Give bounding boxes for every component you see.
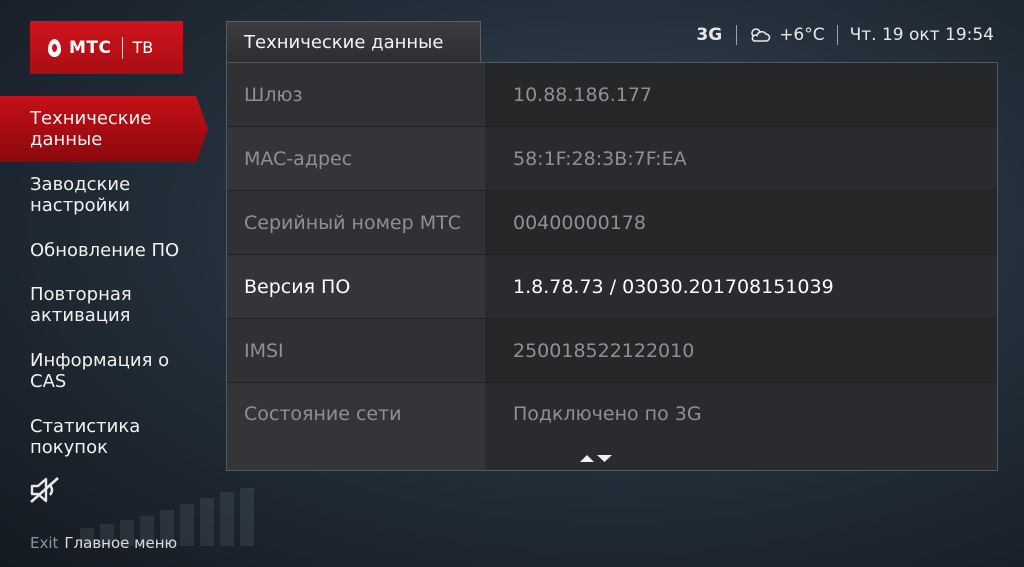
menu-item-label: Обновление ПО xyxy=(30,239,180,261)
row-key: IMSI xyxy=(227,319,485,383)
logo-brand: МТС xyxy=(69,37,112,58)
menu-item-label: Заводские настройки xyxy=(30,174,131,216)
table-row[interactable]: IMSI 250018522122010 xyxy=(227,319,997,383)
row-value: Подключено по 3G xyxy=(485,383,997,470)
row-key: MAC-адрес xyxy=(227,127,485,191)
status-bar: 3G +6°C Чт. 19 окт 19:54 xyxy=(696,24,994,46)
menu-item-label: Повторная активация xyxy=(30,284,132,326)
mts-egg-icon xyxy=(48,38,61,57)
exit-key: Exit xyxy=(30,534,59,552)
row-value: 250018522122010 xyxy=(485,319,997,383)
row-value: 10.88.186.177 xyxy=(485,63,997,127)
table-row[interactable]: MAC-адрес 58:1F:28:3B:7F:EA xyxy=(227,127,997,191)
partly-cloudy-icon xyxy=(751,28,771,42)
menu-item-tech-data[interactable]: Технические данные xyxy=(0,96,208,162)
tab-label: Технические данные xyxy=(244,32,444,53)
menu-item-cas-info[interactable]: Информация о CAS xyxy=(0,338,210,404)
mts-tv-logo: МТС ТВ xyxy=(30,21,183,74)
tech-data-panel: Шлюз 10.88.186.177 MAC-адрес 58:1F:28:3B… xyxy=(226,62,998,471)
row-value: 00400000178 xyxy=(485,191,997,255)
scroll-up-down-icon[interactable] xyxy=(579,453,613,463)
status-divider xyxy=(736,25,738,45)
row-value: 1.8.78.73 / 03030.201708151039 xyxy=(485,255,997,319)
logo-divider xyxy=(121,36,123,59)
table-row[interactable]: Шлюз 10.88.186.177 xyxy=(227,63,997,127)
temperature: +6°C xyxy=(779,25,825,45)
status-divider xyxy=(836,25,838,45)
row-key: Состояние сети xyxy=(227,383,485,470)
row-value: 58:1F:28:3B:7F:EA xyxy=(485,127,997,191)
logo-service: ТВ xyxy=(132,38,154,57)
menu-item-software-update[interactable]: Обновление ПО xyxy=(0,228,210,272)
row-key: Шлюз xyxy=(227,63,485,127)
exit-label: Главное меню xyxy=(64,534,178,552)
muted-speaker-icon xyxy=(30,477,59,503)
menu-item-purchase-stats[interactable]: Статистика покупок xyxy=(0,404,210,470)
menu-item-factory-settings[interactable]: Заводские настройки xyxy=(0,162,210,228)
table-row[interactable]: Серийный номер МТС 00400000178 xyxy=(227,191,997,255)
tab-tech-data[interactable]: Технические данные xyxy=(226,21,481,63)
exit-hint[interactable]: Exit Главное меню xyxy=(30,534,177,552)
date-time: Чт. 19 окт 19:54 xyxy=(849,25,994,45)
menu-item-label: Статистика покупок xyxy=(30,416,141,458)
menu-item-label: Информация о CAS xyxy=(30,350,170,392)
menu-item-reactivation[interactable]: Повторная активация xyxy=(0,272,210,338)
row-key: Серийный номер МТС xyxy=(227,191,485,255)
network-type: 3G xyxy=(696,25,723,45)
menu-item-label: Технические данные xyxy=(30,108,152,150)
table-row-selected[interactable]: Версия ПО 1.8.78.73 / 03030.201708151039 xyxy=(227,255,997,319)
row-key: Версия ПО xyxy=(227,255,485,319)
settings-menu: Технические данные Заводские настройки О… xyxy=(0,96,210,470)
